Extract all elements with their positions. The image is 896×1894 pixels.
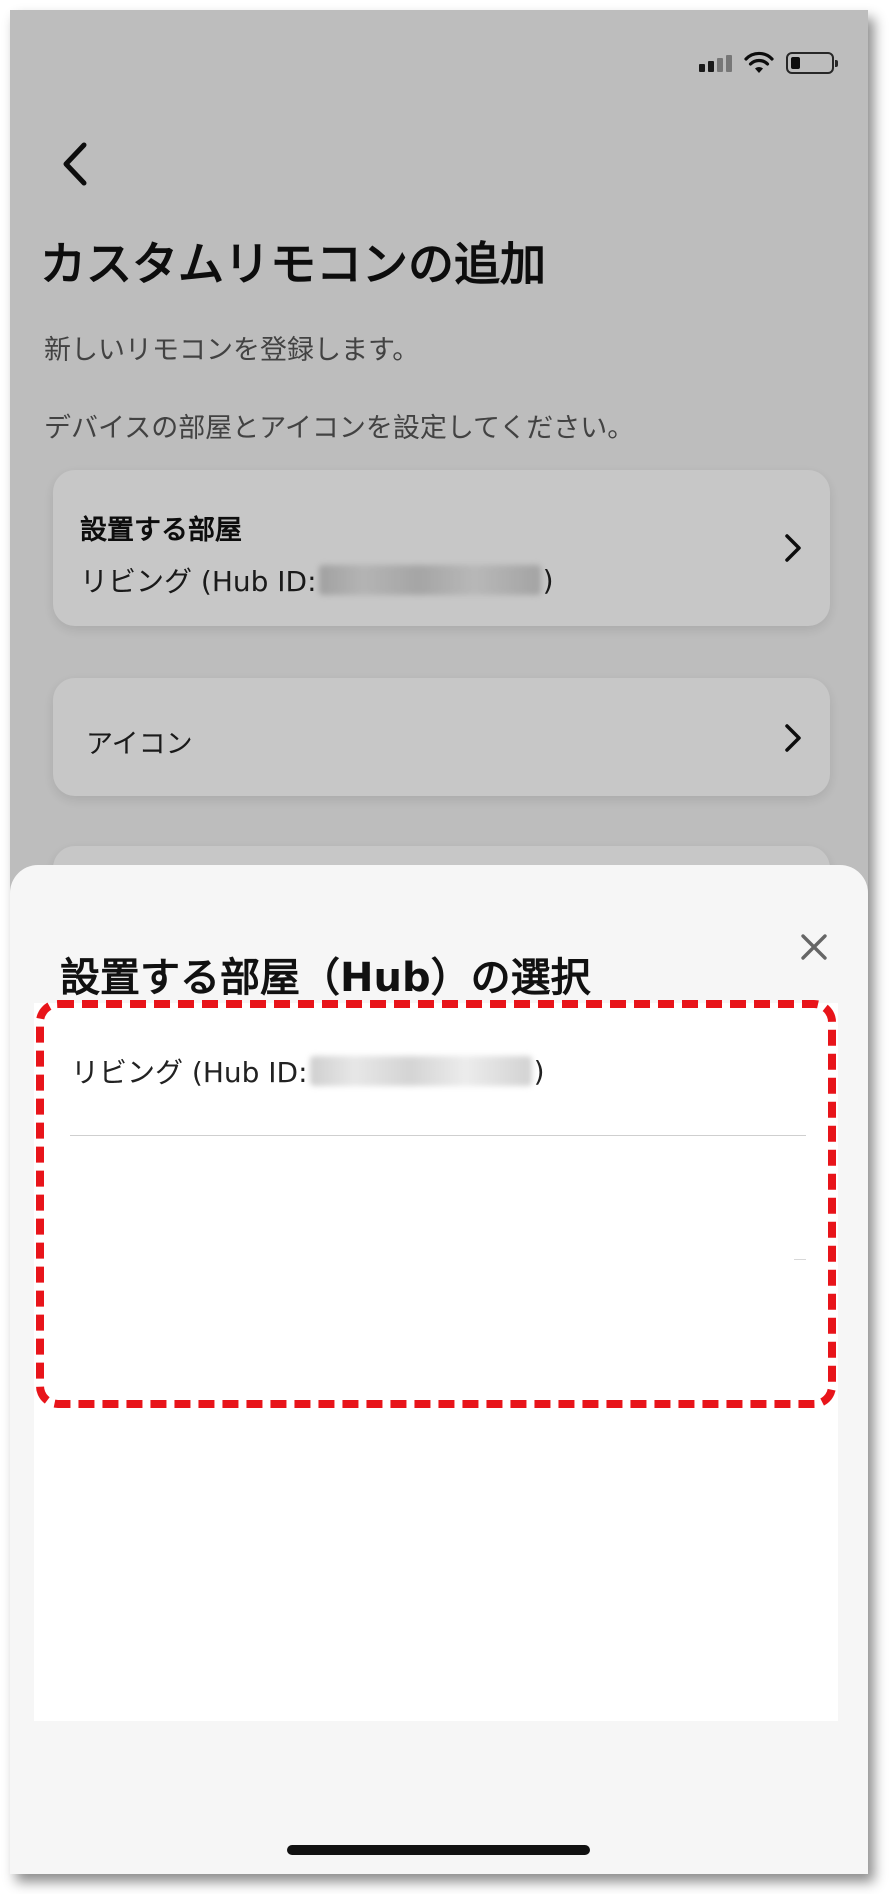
highlight-annotation: [36, 1000, 836, 1408]
close-icon: [801, 934, 827, 960]
sheet-title: 設置する部屋（Hub）の選択: [60, 955, 591, 1001]
phone-screen: カスタムリモコンの追加 新しいリモコンを登録します。 デバイスの部屋とアイコンを…: [10, 10, 868, 1874]
close-button[interactable]: [790, 923, 838, 971]
home-indicator[interactable]: [287, 1845, 590, 1855]
